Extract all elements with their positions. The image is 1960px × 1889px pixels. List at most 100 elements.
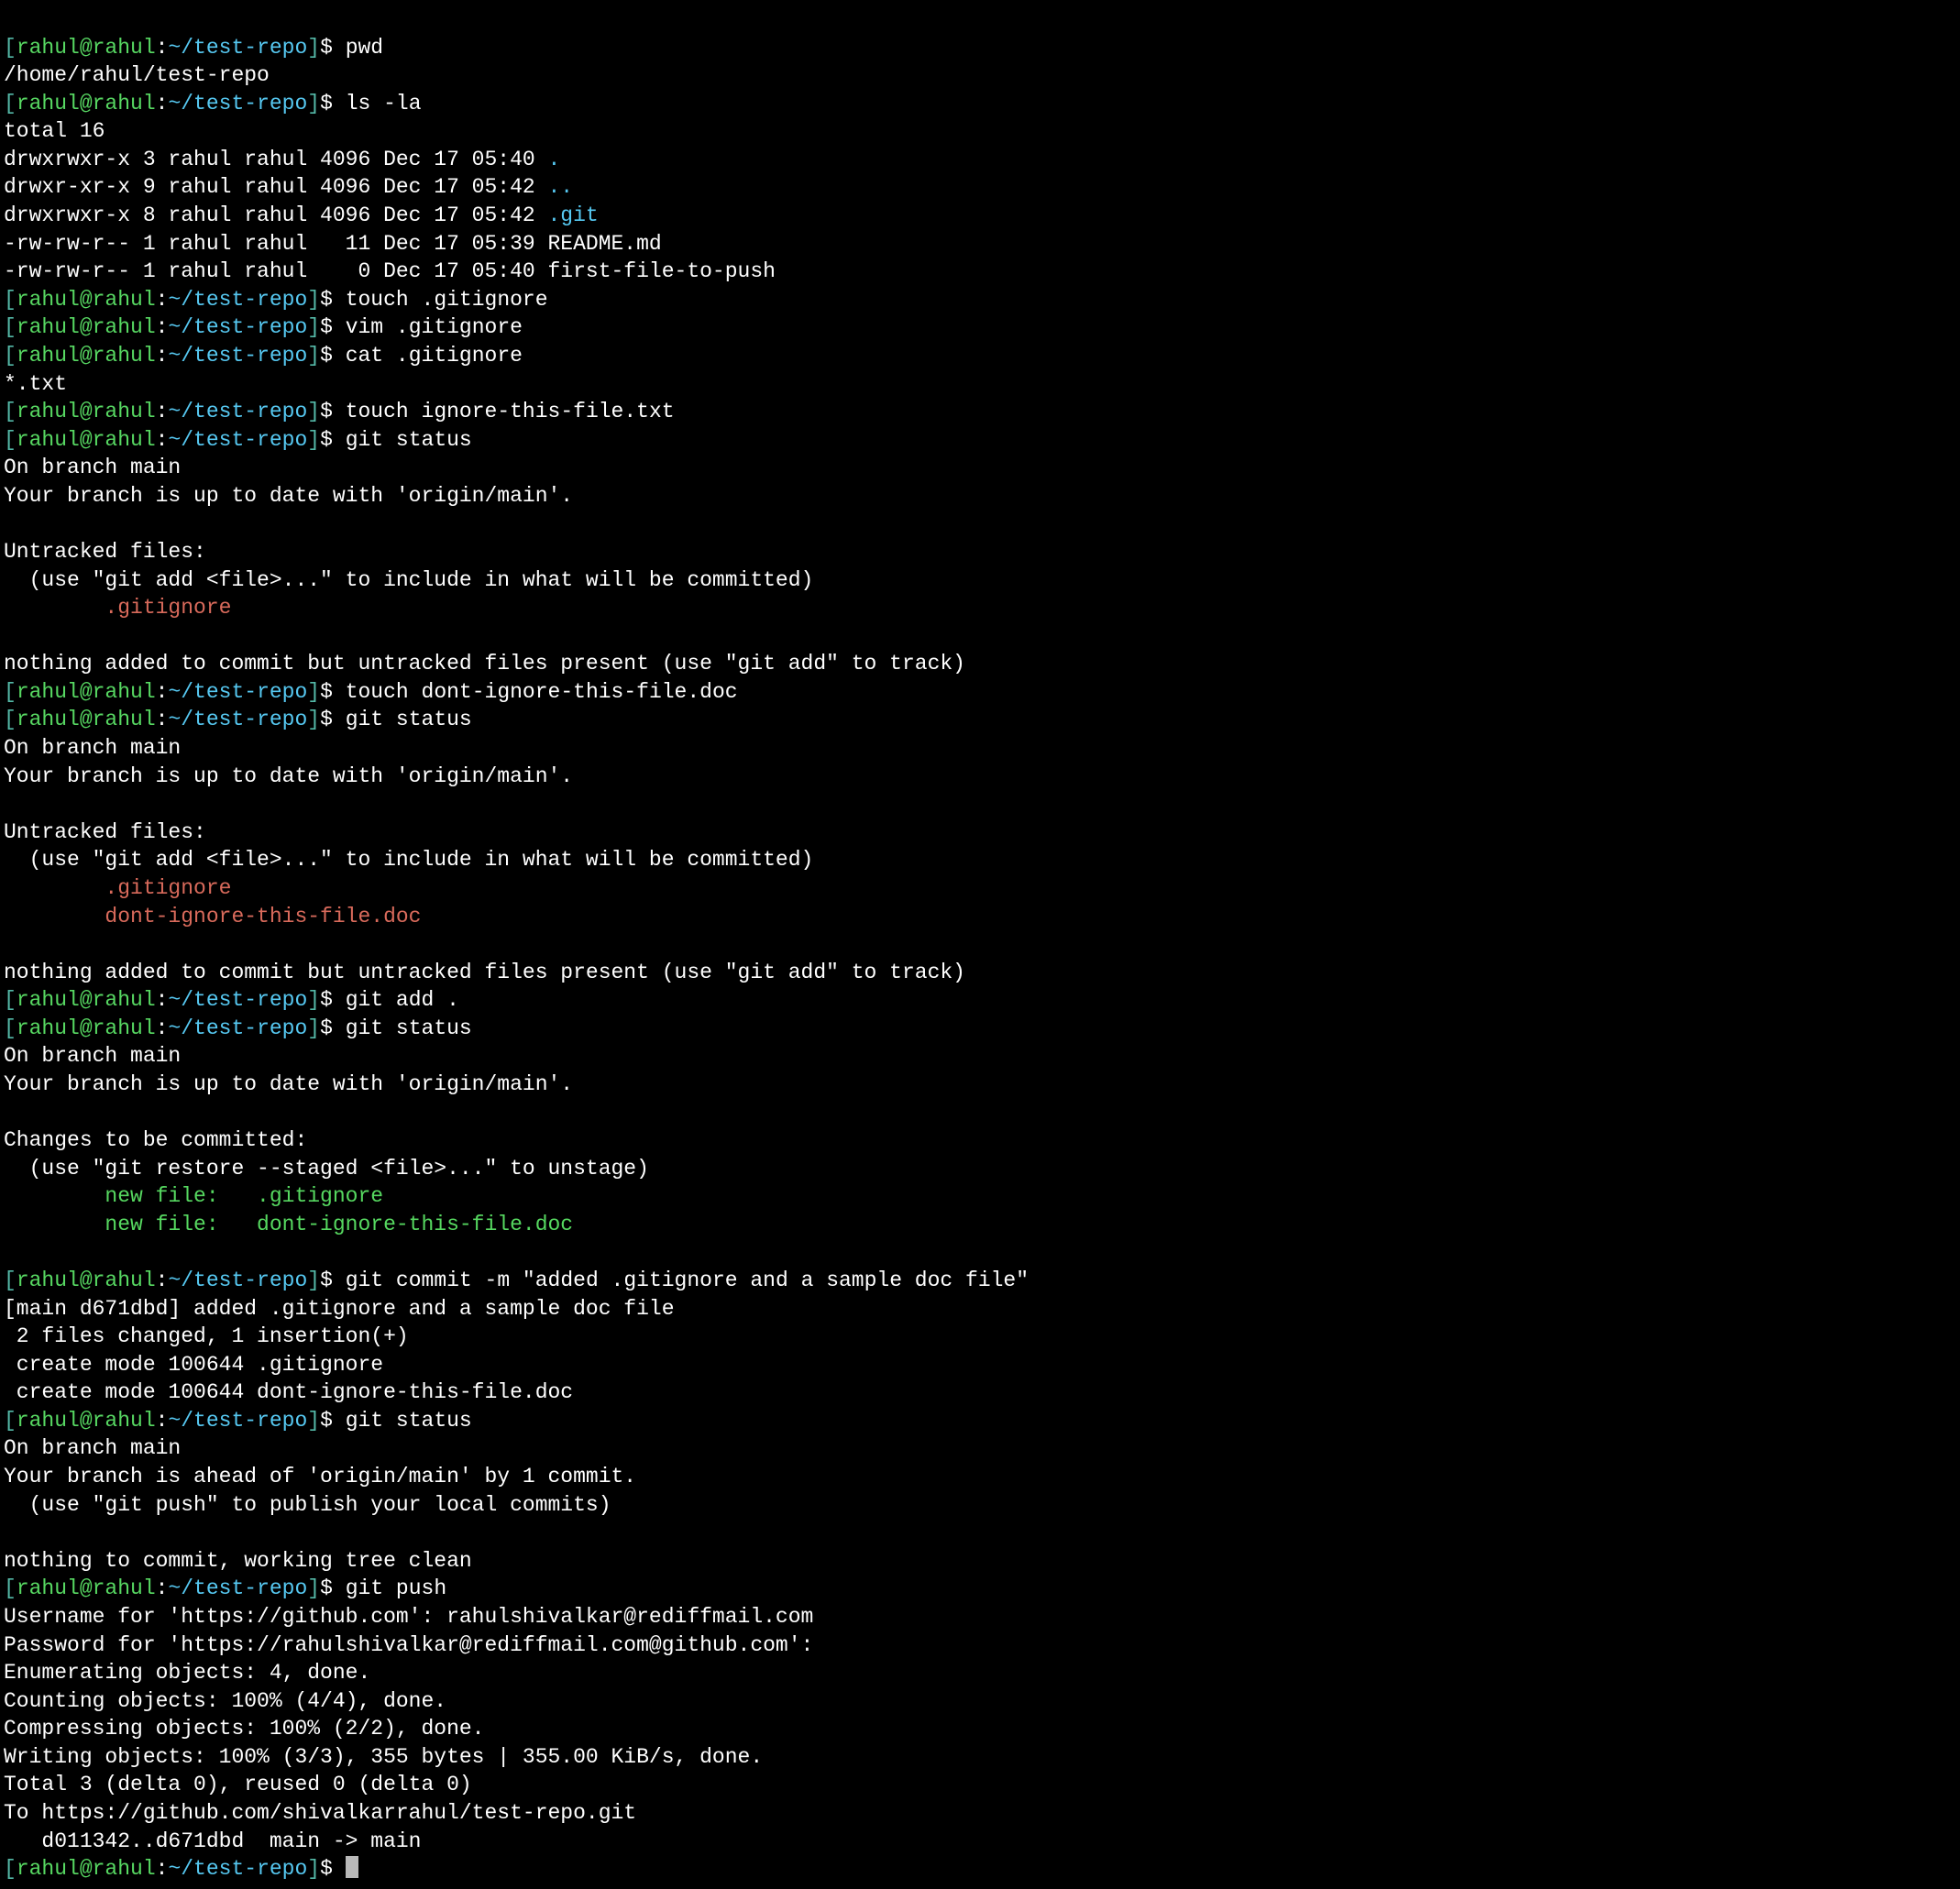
output-line: create mode 100644 .gitignore [4, 1353, 383, 1377]
prompt-sep: : [156, 344, 169, 368]
prompt-close-bracket: ] [307, 344, 320, 368]
prompt-user: rahul@rahul [17, 1857, 156, 1881]
output-line: On branch main [4, 1044, 181, 1068]
prompt-user: rahul@rahul [17, 708, 156, 731]
cursor-icon[interactable] [346, 1856, 358, 1878]
output-line: Untracked files: [4, 540, 206, 564]
cmd-cat: cat .gitignore [346, 344, 523, 368]
staged-file: new file: dont-ignore-this-file.doc [4, 1213, 573, 1236]
prompt-user: rahul@rahul [17, 1268, 156, 1292]
output-line: nothing added to commit but untracked fi… [4, 961, 965, 984]
prompt-end: $ [320, 1268, 346, 1292]
prompt-path: ~/test-repo [168, 315, 307, 339]
prompt-end: $ [320, 400, 346, 423]
prompt-open-bracket: [ [4, 1268, 17, 1292]
output-line: On branch main [4, 736, 181, 760]
output-line: [main d671dbd] added .gitignore and a sa… [4, 1297, 675, 1321]
prompt-path: ~/test-repo [168, 1409, 307, 1433]
output-line: Password for 'https://rahulshivalkar@red… [4, 1633, 826, 1657]
prompt-path: ~/test-repo [168, 92, 307, 115]
prompt-end: $ [320, 988, 346, 1012]
output-line: create mode 100644 dont-ignore-this-file… [4, 1380, 573, 1404]
prompt-open-bracket: [ [4, 400, 17, 423]
prompt-sep: : [156, 988, 169, 1012]
untracked-file: .gitignore [4, 596, 231, 620]
prompt-open-bracket: [ [4, 92, 17, 115]
cmd-git-push: git push [346, 1576, 446, 1600]
output-line: (use "git add <file>..." to include in w… [4, 568, 813, 592]
prompt-path: ~/test-repo [168, 1576, 307, 1600]
terminal-output[interactable]: [rahul@rahul:~/test-repo]$ pwd /home/rah… [0, 0, 1960, 1889]
prompt-close-bracket: ] [307, 708, 320, 731]
output-line: Your branch is up to date with 'origin/m… [4, 764, 573, 788]
cmd-touch: touch .gitignore [346, 288, 548, 312]
prompt-path: ~/test-repo [168, 988, 307, 1012]
prompt-close-bracket: ] [307, 1409, 320, 1433]
prompt-path: ~/test-repo [168, 36, 307, 60]
prompt-user: rahul@rahul [17, 1016, 156, 1040]
cmd-pwd: pwd [346, 36, 383, 60]
prompt-close-bracket: ] [307, 1268, 320, 1292]
prompt-sep: : [156, 680, 169, 704]
prompt-close-bracket: ] [307, 288, 320, 312]
output-line: -rw-rw-r-- 1 rahul rahul 11 Dec 17 05:39… [4, 232, 662, 256]
prompt-sep: : [156, 1268, 169, 1292]
prompt-close-bracket: ] [307, 1576, 320, 1600]
output-line: Compressing objects: 100% (2/2), done. [4, 1717, 485, 1741]
output-line: On branch main [4, 456, 181, 479]
cmd-touch: touch dont-ignore-this-file.doc [346, 680, 738, 704]
prompt-open-bracket: [ [4, 680, 17, 704]
cmd-ls: ls -la [346, 92, 422, 115]
prompt-user: rahul@rahul [17, 92, 156, 115]
cmd-git-add: git add . [346, 988, 459, 1012]
prompt-end: $ [320, 1409, 346, 1433]
prompt-close-bracket: ] [307, 988, 320, 1012]
prompt-open-bracket: [ [4, 1576, 17, 1600]
prompt-end: $ [320, 1016, 346, 1040]
output-line: To https://github.com/shivalkarrahul/tes… [4, 1801, 636, 1825]
prompt-open-bracket: [ [4, 288, 17, 312]
prompt-sep: : [156, 1857, 169, 1881]
output-line: /home/rahul/test-repo [4, 63, 270, 87]
cmd-git-status: git status [346, 1409, 472, 1433]
prompt-sep: : [156, 708, 169, 731]
output-line: (use "git add <file>..." to include in w… [4, 848, 813, 872]
prompt-close-bracket: ] [307, 1857, 320, 1881]
output-line: drwxr-xr-x 9 rahul rahul 4096 Dec 17 05:… [4, 175, 548, 199]
prompt-user: rahul@rahul [17, 1409, 156, 1433]
prompt-user: rahul@rahul [17, 1576, 156, 1600]
output-line: Username for 'https://github.com': rahul… [4, 1605, 813, 1629]
cmd-git-commit: git commit -m "added .gitignore and a sa… [346, 1268, 1029, 1292]
prompt-sep: : [156, 1016, 169, 1040]
cmd-touch: touch ignore-this-file.txt [346, 400, 675, 423]
prompt-open-bracket: [ [4, 708, 17, 731]
prompt-open-bracket: [ [4, 36, 17, 60]
prompt-end: $ [320, 708, 346, 731]
prompt-open-bracket: [ [4, 988, 17, 1012]
output-line: (use "git push" to publish your local co… [4, 1493, 611, 1517]
output-line: (use "git restore --staged <file>..." to… [4, 1157, 649, 1181]
prompt-end: $ [320, 428, 346, 452]
prompt-open-bracket: [ [4, 344, 17, 368]
prompt-path: ~/test-repo [168, 1268, 307, 1292]
prompt-user: rahul@rahul [17, 400, 156, 423]
prompt-end: $ [320, 36, 346, 60]
prompt-open-bracket: [ [4, 1857, 17, 1881]
prompt-end: $ [320, 315, 346, 339]
prompt-end: $ [320, 1857, 346, 1881]
prompt-close-bracket: ] [307, 36, 320, 60]
cmd-git-status: git status [346, 708, 472, 731]
output-line: On branch main [4, 1436, 181, 1460]
cmd-vim: vim .gitignore [346, 315, 523, 339]
prompt-path: ~/test-repo [168, 680, 307, 704]
prompt-end: $ [320, 1576, 346, 1600]
prompt-end: $ [320, 92, 346, 115]
prompt-open-bracket: [ [4, 1016, 17, 1040]
prompt-user: rahul@rahul [17, 344, 156, 368]
cmd-git-status: git status [346, 428, 472, 452]
prompt-path: ~/test-repo [168, 400, 307, 423]
prompt-close-bracket: ] [307, 92, 320, 115]
output-line: Total 3 (delta 0), reused 0 (delta 0) [4, 1773, 472, 1796]
output-line: Enumerating objects: 4, done. [4, 1661, 370, 1685]
prompt-end: $ [320, 680, 346, 704]
